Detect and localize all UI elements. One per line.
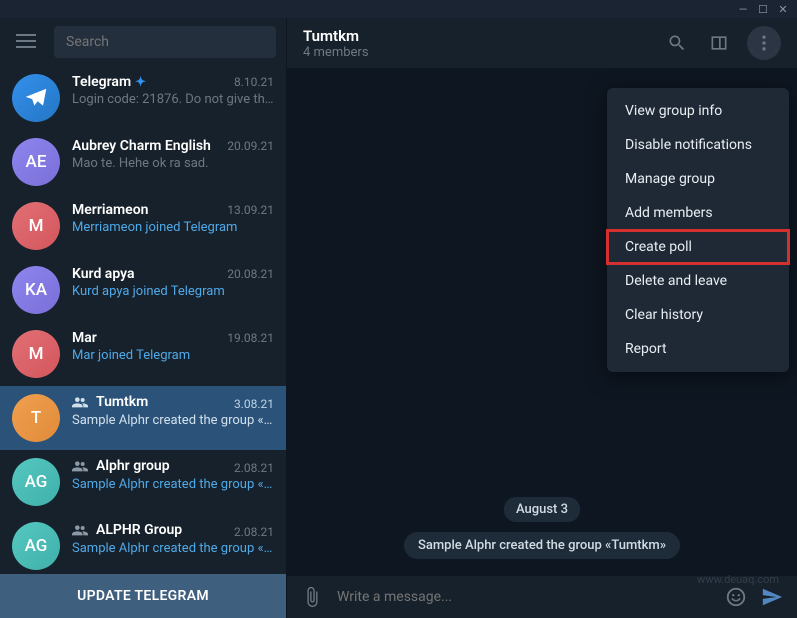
chat-preview: Sample Alphr created the group «… — [72, 413, 274, 428]
chat-item[interactable]: Telegram ✦ 8.10.21 Login code: 21876. Do n… — [0, 66, 286, 130]
chat-name: Alphr group — [72, 458, 170, 474]
chat-name: Mar — [72, 330, 97, 346]
avatar: M — [12, 202, 60, 250]
chat-name: Kurd apya — [72, 266, 135, 282]
chat-name: Tumtkm — [72, 394, 148, 410]
chat-item[interactable]: KA Kurd apya 20.08.21 Kurd apya joined Tele… — [0, 258, 286, 322]
chat-name: Aubrey Charm English — [72, 138, 211, 154]
menu-icon[interactable] — [10, 27, 42, 58]
chat-date: 20.08.21 — [227, 267, 274, 281]
chat-date: 2.08.21 — [234, 461, 274, 475]
chat-date: 20.09.21 — [227, 139, 274, 153]
chat-subtitle: 4 members — [303, 45, 663, 60]
group-icon — [72, 524, 88, 536]
chat-list: Telegram ✦ 8.10.21 Login code: 21876. Do n… — [0, 66, 286, 574]
chat-title: Tumtkm — [303, 27, 663, 45]
sidebar: Telegram ✦ 8.10.21 Login code: 21876. Do n… — [0, 18, 287, 618]
search-input[interactable] — [54, 26, 276, 58]
avatar — [12, 74, 60, 122]
search-icon[interactable] — [663, 29, 691, 57]
chat-date: 3.08.21 — [234, 397, 274, 411]
send-icon[interactable] — [761, 586, 783, 608]
group-icon — [72, 396, 88, 408]
system-message: Sample Alphr created the group «Tumtkm» — [404, 532, 680, 559]
chat-item[interactable]: AG Alphr group 2.08.21 Sample Alphr created… — [0, 450, 286, 514]
avatar: T — [12, 394, 60, 442]
menu-item[interactable]: Manage group — [607, 162, 789, 196]
more-icon[interactable] — [747, 26, 781, 60]
chat-name: ALPHR Group — [72, 522, 182, 538]
window-titlebar: — ☐ ✕ — [0, 0, 797, 18]
chat-preview: Sample Alphr created the group «… — [72, 541, 274, 556]
menu-item[interactable]: Clear history — [607, 298, 789, 332]
chat-header: Tumtkm 4 members — [287, 18, 797, 69]
chat-name: Merriameon — [72, 202, 148, 218]
menu-item[interactable]: Create poll — [607, 230, 789, 264]
chat-item[interactable]: M Merriameon 13.09.21 Merriameon joined Tel… — [0, 194, 286, 258]
group-icon — [72, 460, 88, 472]
chat-header-info[interactable]: Tumtkm 4 members — [303, 27, 663, 60]
maximize-button[interactable]: ☐ — [757, 3, 769, 15]
watermark: www.deuaq.com — [697, 573, 779, 586]
chat-preview: Mar joined Telegram — [72, 348, 274, 363]
chat-name: Telegram ✦ — [72, 74, 146, 90]
menu-item[interactable]: Delete and leave — [607, 264, 789, 298]
menu-item[interactable]: View group info — [607, 94, 789, 128]
chat-item[interactable]: T Tumtkm 3.08.21 Sample Alphr created the g… — [0, 386, 286, 450]
more-menu: View group infoDisable notificationsMana… — [607, 88, 789, 372]
avatar: M — [12, 330, 60, 378]
avatar: AE — [12, 138, 60, 186]
main-panel: Tumtkm 4 members August 3 Sample Alphr c… — [287, 18, 797, 618]
chat-preview: Login code: 21876. Do not give thi… — [72, 92, 274, 107]
chat-preview: Sample Alphr created the group «… — [72, 477, 274, 492]
chat-item[interactable]: AG ALPHR Group 2.08.21 Sample Alphr created… — [0, 514, 286, 574]
emoji-icon[interactable] — [725, 586, 747, 608]
chat-item[interactable]: AE Aubrey Charm English 20.09.21 Mao te. He… — [0, 130, 286, 194]
chat-preview: Mao te. Hehe ok ra sad. — [72, 156, 274, 171]
avatar: AG — [12, 458, 60, 506]
message-input[interactable] — [337, 589, 711, 605]
attach-icon[interactable] — [301, 586, 323, 608]
update-button[interactable]: UPDATE TELEGRAM — [0, 574, 286, 618]
menu-item[interactable]: Report — [607, 332, 789, 366]
chat-preview: Merriameon joined Telegram — [72, 220, 274, 235]
chat-date: 13.09.21 — [227, 203, 274, 217]
chat-item[interactable]: M Mar 19.08.21 Mar joined Telegram — [0, 322, 286, 386]
chat-date: 19.08.21 — [227, 331, 274, 345]
menu-item[interactable]: Disable notifications — [607, 128, 789, 162]
chat-preview: Kurd apya joined Telegram — [72, 284, 274, 299]
close-button[interactable]: ✕ — [777, 3, 789, 15]
chat-date: 8.10.21 — [234, 75, 274, 89]
sidepanel-icon[interactable] — [705, 29, 733, 57]
verified-icon: ✦ — [135, 75, 146, 90]
minimize-button[interactable]: — — [737, 3, 749, 15]
chat-date: 2.08.21 — [234, 525, 274, 539]
date-badge: August 3 — [504, 497, 580, 522]
avatar: KA — [12, 266, 60, 314]
avatar: AG — [12, 522, 60, 570]
menu-item[interactable]: Add members — [607, 196, 789, 230]
